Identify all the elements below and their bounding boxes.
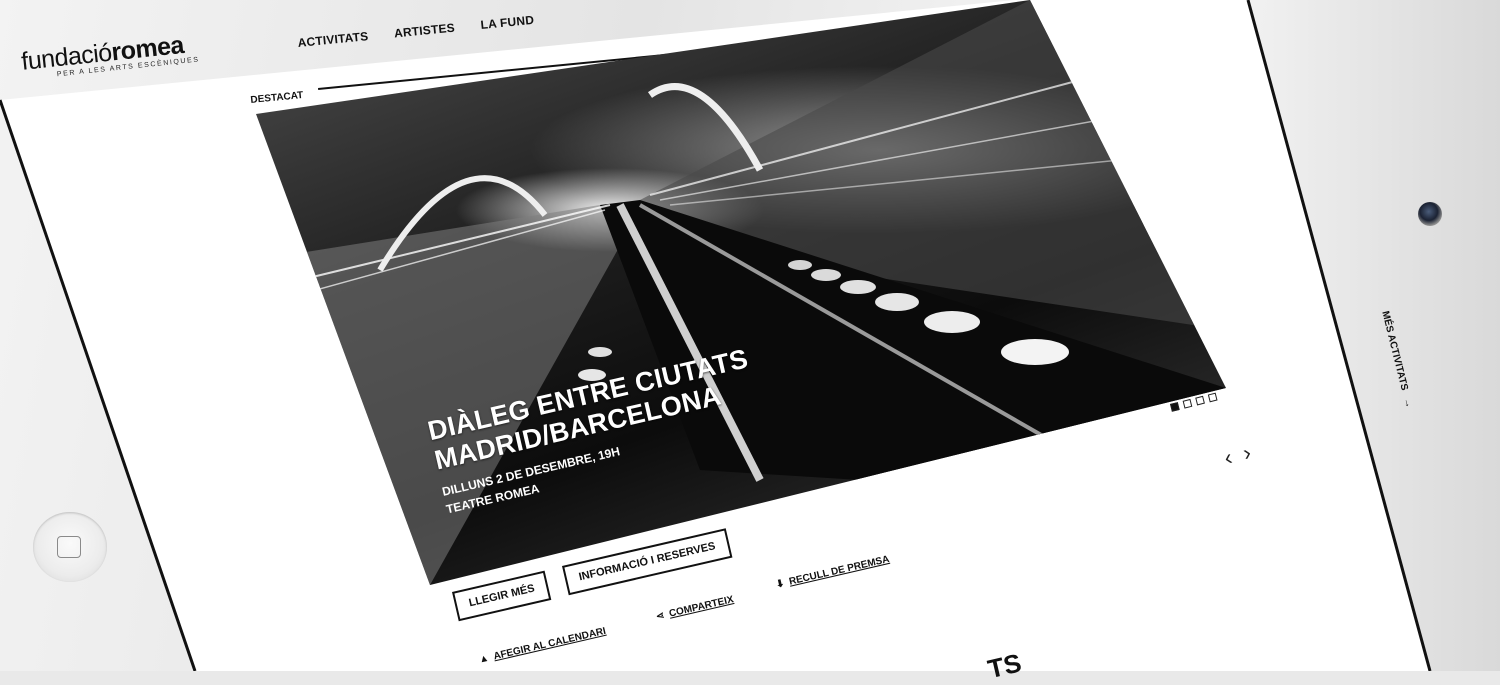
share-link[interactable]: ⋖ COMPARTEIX [655,594,735,623]
site-logo[interactable]: fundacióromea PER A LES ARTS ESCÈNIQUES [20,29,200,81]
more-activities-link[interactable]: MÉS ACTIVITATS → [1379,310,1414,409]
share-icon: ⋖ [655,610,666,623]
slider-dot-3[interactable] [1195,395,1205,406]
share-link-label: COMPARTEIX [668,594,735,620]
slider-arrows: ‹ › [1222,440,1254,471]
nav-item-activitats[interactable]: ACTIVITATS [297,29,369,50]
add-calendar-link[interactable]: ▲ AFEGIR AL CALENDARI [478,626,607,666]
chevron-right-icon[interactable]: › [1240,440,1253,466]
hero-photo-graphics [256,0,1226,585]
arrow-right-icon: → [1400,396,1415,410]
read-more-button[interactable]: LLEGIR MÉS [452,570,552,622]
web-page: fundacióromea PER A LES ARTS ESCÈNIQUES … [0,0,1500,684]
featured-hero-image[interactable] [256,0,1226,585]
bell-icon: ▲ [478,652,491,666]
slider-dot-1[interactable] [1170,402,1180,412]
slider-dot-2[interactable] [1182,398,1193,409]
slider-dot-4[interactable] [1207,392,1218,403]
download-icon: ⬇ [775,578,786,591]
more-activities-label: MÉS ACTIVITATS [1379,310,1410,392]
add-calendar-label: AFEGIR AL CALENDARI [492,625,608,663]
press-link-label: RECULL DE PREMSA [788,553,891,588]
chevron-left-icon[interactable]: ‹ [1222,444,1235,470]
nav-item-artistes[interactable]: ARTISTES [393,21,455,41]
section-heading-partial: TS [985,647,1025,685]
main-nav: ACTIVITATS ARTISTES LA FUND [297,13,535,50]
section-label-featured: DESTACAT [250,90,304,106]
press-link[interactable]: ⬇ RECULL DE PREMSA [775,554,891,591]
nav-item-la-fundacio[interactable]: LA FUND [480,13,535,32]
